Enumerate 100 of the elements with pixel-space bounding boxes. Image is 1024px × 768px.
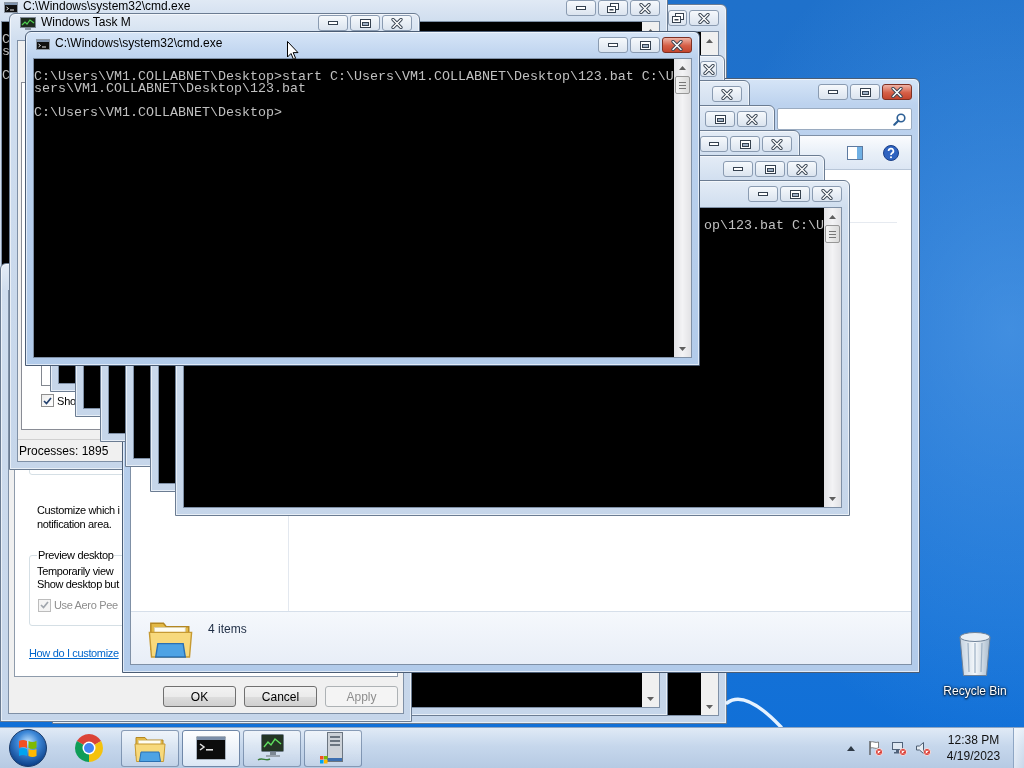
maximize-button[interactable] — [630, 37, 660, 53]
speaker-icon[interactable] — [915, 740, 931, 756]
restore-icon[interactable] — [607, 3, 619, 13]
console-line: C — [2, 34, 10, 46]
maximize-button[interactable] — [350, 15, 380, 31]
restore-button[interactable] — [598, 0, 628, 16]
minimize-button[interactable] — [748, 186, 778, 202]
close-button[interactable] — [630, 0, 660, 16]
clock-date[interactable]: 4/19/2023 — [946, 748, 1001, 764]
minimize-icon[interactable] — [576, 6, 586, 10]
icon-label[interactable]: Recycle Bin — [943, 684, 1007, 698]
console-line: C — [2, 70, 10, 82]
close-icon[interactable] — [639, 2, 651, 14]
close-icon[interactable] — [746, 113, 758, 125]
scrollbar[interactable] — [674, 59, 691, 357]
help-link[interactable]: How do I customize — [29, 646, 119, 660]
help-icon[interactable] — [883, 144, 899, 161]
close-icon[interactable] — [821, 188, 833, 200]
close-button[interactable] — [712, 86, 742, 102]
minimize-icon[interactable] — [758, 192, 768, 196]
taskbar-button[interactable] — [182, 729, 240, 767]
close-icon[interactable] — [721, 88, 733, 100]
network-icon[interactable] — [891, 740, 907, 756]
terminal-icon — [4, 2, 18, 13]
checkmark-icon — [40, 601, 49, 609]
chart-monitor-icon — [20, 17, 36, 30]
item-count: 4 items — [208, 622, 247, 636]
minimize-icon[interactable] — [709, 142, 719, 146]
down-arrow-icon[interactable] — [647, 696, 654, 701]
down-arrow-icon[interactable] — [706, 704, 713, 709]
maximize-button[interactable] — [730, 136, 760, 152]
maximize-icon[interactable] — [764, 164, 776, 174]
up-arrow-icon[interactable] — [679, 65, 686, 70]
tricolor-circle-icon[interactable] — [74, 733, 104, 763]
minimize-icon[interactable] — [608, 43, 618, 47]
flag-icon[interactable] — [867, 740, 883, 756]
down-arrow-icon[interactable] — [679, 346, 686, 351]
window-title: C:\Windows\system32\cmd.exe — [55, 37, 223, 50]
close-icon[interactable] — [796, 163, 808, 175]
description-text: Temporarily view Show desktop but — [37, 565, 119, 591]
maximize-button[interactable] — [780, 186, 810, 202]
maximize-button[interactable] — [705, 111, 735, 127]
close-button[interactable] — [762, 136, 792, 152]
scrollbar-thumb[interactable] — [825, 225, 840, 243]
checkbox-label: Sho — [57, 393, 76, 408]
close-icon[interactable] — [891, 86, 903, 98]
maximize-icon[interactable] — [859, 87, 871, 97]
close-button[interactable] — [787, 161, 817, 177]
console-line: op\123.bat C:\U — [704, 220, 824, 232]
close-icon[interactable] — [391, 17, 403, 29]
status-text: Processes: 1895 — [19, 443, 109, 458]
up-arrow-icon[interactable] — [847, 745, 855, 751]
minimize-button[interactable] — [700, 136, 728, 152]
minimize-button[interactable] — [566, 0, 596, 16]
checkbox[interactable] — [41, 394, 54, 407]
search-icon[interactable] — [893, 112, 906, 126]
taskbar-button[interactable] — [243, 729, 301, 767]
scrollbar[interactable] — [824, 208, 841, 507]
console-line: C:\Users\VM1.COLLABNET\Desktop> — [34, 107, 282, 119]
close-button[interactable] — [737, 111, 767, 127]
maximize-icon[interactable] — [739, 139, 751, 149]
close-icon[interactable] — [671, 39, 683, 51]
minimize-button[interactable] — [818, 84, 848, 100]
maximize-icon[interactable] — [639, 40, 651, 50]
console-line: s — [2, 46, 10, 58]
minimize-button[interactable] — [318, 15, 348, 31]
close-icon[interactable] — [771, 138, 783, 150]
down-arrow-icon[interactable] — [829, 496, 836, 501]
close-button[interactable] — [382, 15, 412, 31]
dialog-button[interactable]: OK — [163, 686, 236, 707]
close-button[interactable] — [882, 84, 912, 100]
dialog-button[interactable]: Cancel — [244, 686, 317, 707]
maximize-button[interactable] — [850, 84, 880, 100]
close-button[interactable] — [689, 10, 719, 26]
up-arrow-icon[interactable] — [706, 38, 713, 43]
minimize-icon[interactable] — [328, 21, 338, 25]
maximize-button[interactable] — [755, 161, 785, 177]
close-icon[interactable] — [698, 12, 710, 24]
minimize-icon[interactable] — [828, 90, 838, 94]
maximize-icon[interactable] — [359, 18, 371, 28]
orb-icon[interactable] — [8, 729, 47, 767]
scrollbar-thumb[interactable] — [675, 76, 690, 94]
terminal-icon[interactable] — [196, 736, 226, 760]
folder-icon[interactable] — [134, 734, 166, 762]
search-field[interactable] — [777, 108, 912, 130]
console-line: sers\VM1.COLLABNET\Desktop\123.bat — [34, 83, 306, 95]
monitor-icon[interactable] — [257, 734, 287, 762]
close-button[interactable] — [812, 186, 842, 202]
close-button[interactable] — [662, 37, 692, 53]
window-title: C:\Windows\system32\cmd.exe — [23, 0, 191, 13]
checkbox-label: Use Aero Pee — [54, 598, 118, 612]
clock-time[interactable]: 12:38 PM — [947, 732, 1000, 748]
pane-icon[interactable] — [847, 144, 863, 161]
console-line: C:\Users\VM1.COLLABNET\Desktop>start C:\Users\VM1.COLLABNET\Desktop\123.bat C:\U — [34, 71, 674, 83]
minimize-icon[interactable] — [733, 167, 743, 171]
up-arrow-icon[interactable] — [829, 214, 836, 219]
maximize-icon[interactable] — [789, 189, 801, 199]
maximize-icon[interactable] — [714, 114, 726, 124]
minimize-button[interactable] — [723, 161, 753, 177]
minimize-button[interactable] — [598, 37, 628, 53]
